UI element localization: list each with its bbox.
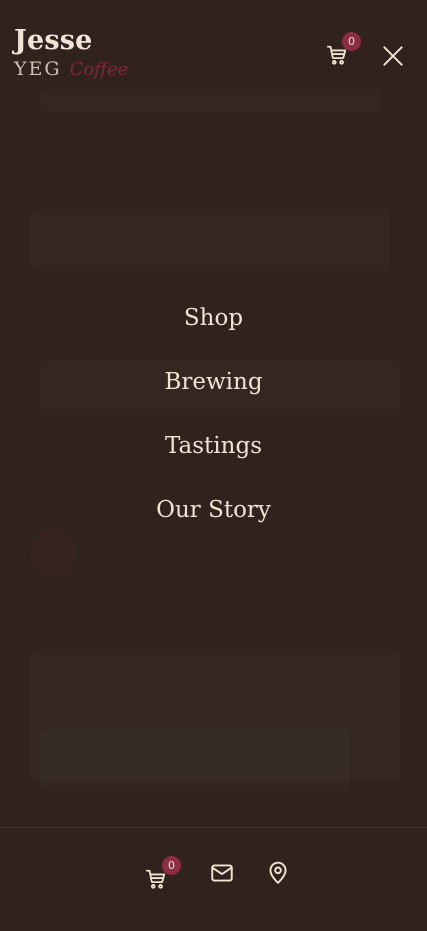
location-pin-icon bbox=[269, 861, 287, 884]
brand-product: Coffee bbox=[69, 59, 129, 80]
menu-item-tastings[interactable]: Tastings bbox=[0, 418, 427, 482]
close-menu-button[interactable] bbox=[380, 43, 406, 69]
email-button[interactable] bbox=[209, 860, 235, 886]
mail-icon bbox=[211, 864, 233, 882]
bottom-action-bar: 0 bbox=[0, 827, 427, 931]
main-menu: Shop Brewing Tastings Our Story bbox=[0, 290, 427, 546]
menu-item-shop[interactable]: Shop bbox=[0, 290, 427, 354]
brand-logo[interactable]: Jesse YEG Coffee bbox=[14, 22, 128, 87]
menu-item-our-story[interactable]: Our Story bbox=[0, 482, 427, 546]
brand-city: YEG bbox=[14, 58, 62, 80]
close-icon bbox=[383, 46, 403, 66]
brand-name: Jesse bbox=[14, 25, 93, 56]
cart-button[interactable]: 0 bbox=[324, 32, 361, 68]
header: Jesse YEG Coffee 0 bbox=[0, 0, 427, 100]
cart-count-badge: 0 bbox=[342, 32, 361, 51]
location-button[interactable] bbox=[265, 860, 291, 886]
menu-item-brewing[interactable]: Brewing bbox=[0, 354, 427, 418]
brand-subtitle: YEG Coffee bbox=[14, 56, 128, 83]
bottom-cart-count-badge: 0 bbox=[162, 856, 181, 875]
bottom-cart-button[interactable]: 0 bbox=[145, 856, 181, 894]
